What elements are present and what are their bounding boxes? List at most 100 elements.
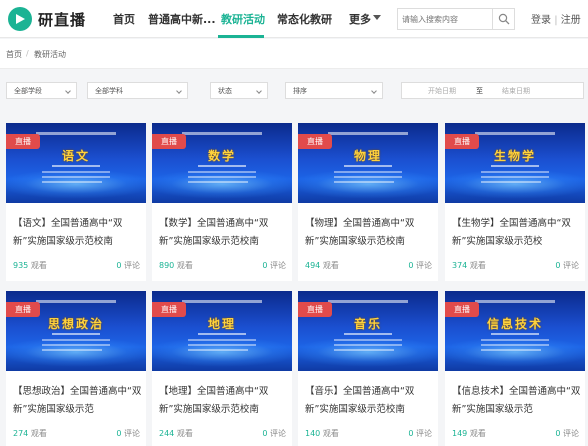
thumbnail-subject: 物理 bbox=[353, 149, 382, 163]
thumbnail-text-line bbox=[52, 165, 100, 167]
stage-filter-select[interactable]: 全部学段 bbox=[6, 82, 77, 99]
activity-card[interactable]: 物理 直播 【物理】全国普通高中“双新”实施国家级示范校南 494 观看 0 评论 bbox=[298, 123, 438, 281]
thumbnail-text-line bbox=[334, 339, 402, 341]
thumbnail-text-line bbox=[481, 339, 549, 341]
thumbnail-text-line bbox=[188, 349, 248, 351]
auth-links: 登录 | 注册 bbox=[531, 11, 581, 26]
activity-title[interactable]: 【信息技术】全国普通高中“双新”实施国家级示范 bbox=[452, 383, 584, 419]
comment-count: 0 评论 bbox=[262, 428, 286, 439]
activity-card[interactable]: 信息技术 直播 【信息技术】全国普通高中“双新”实施国家级示范 149 观看 0 评论 bbox=[445, 291, 585, 446]
activity-title[interactable]: 【数学】全国普通高中“双新”实施国家级示范校南 bbox=[159, 215, 291, 251]
search-button[interactable] bbox=[492, 9, 514, 29]
thumbnail-glow bbox=[298, 337, 438, 367]
chevron-down-icon bbox=[256, 88, 262, 94]
thumbnail-text-line bbox=[52, 333, 100, 335]
breadcrumb-home[interactable]: 首页 bbox=[6, 49, 22, 60]
activity-thumbnail[interactable]: 信息技术 直播 bbox=[445, 291, 585, 371]
search-box bbox=[397, 8, 515, 30]
activity-card[interactable]: 思想政治 直播 【思想政治】全国普通高中“双新”实施国家级示范 274 观看 0 评论 bbox=[6, 291, 146, 446]
subject-filter-value: 全部学科 bbox=[95, 87, 123, 95]
view-count-label: 观看 bbox=[176, 429, 193, 438]
activity-thumbnail[interactable]: 地理 直播 bbox=[152, 291, 292, 371]
play-logo-icon[interactable] bbox=[8, 7, 32, 31]
activity-thumbnail[interactable]: 数学 直播 bbox=[152, 123, 292, 203]
activity-thumbnail[interactable]: 物理 直播 bbox=[298, 123, 438, 203]
comment-count: 0 评论 bbox=[262, 260, 286, 271]
thumbnail-text-line bbox=[344, 333, 392, 335]
view-count-label: 观看 bbox=[30, 429, 47, 438]
activity-title[interactable]: 【物理】全国普通高中“双新”实施国家级示范校南 bbox=[305, 215, 437, 251]
thumbnail-subject: 生物学 bbox=[493, 149, 536, 163]
nav-high-school[interactable]: 普通高中新... bbox=[148, 11, 216, 27]
login-link[interactable]: 登录 bbox=[531, 15, 551, 26]
brand-name[interactable]: 研直播 bbox=[38, 9, 86, 30]
view-count: 935 观看 bbox=[13, 260, 47, 271]
nav-home[interactable]: 首页 bbox=[113, 11, 135, 27]
comment-count-value: 0 bbox=[555, 429, 561, 438]
activity-title[interactable]: 【语文】全国普通高中“双新”实施国家级示范校南 bbox=[13, 215, 145, 251]
register-link[interactable]: 注册 bbox=[561, 15, 581, 26]
thumbnail-header-line bbox=[182, 132, 262, 135]
view-count-label: 观看 bbox=[469, 261, 486, 270]
sort-value: 排序 bbox=[293, 87, 307, 95]
nav-routine-research[interactable]: 常态化教研 bbox=[277, 11, 332, 27]
activity-card[interactable]: 生物学 直播 【生物学】全国普通高中“双新”实施国家级示范校 374 观看 0 评论 bbox=[445, 123, 585, 281]
breadcrumb: 首页 / 教研活动 bbox=[0, 39, 588, 69]
activity-thumbnail[interactable]: 生物学 直播 bbox=[445, 123, 585, 203]
activity-card[interactable]: 语文 直播【语文】全国普通高中“双新”实施国家级示范校南 935 观看 0 评论 bbox=[6, 123, 146, 281]
comment-count: 0 评论 bbox=[116, 260, 140, 271]
comment-count-label: 评论 bbox=[124, 261, 140, 270]
view-count-label: 观看 bbox=[322, 429, 339, 438]
end-date-input[interactable]: 结束日期 bbox=[502, 86, 530, 96]
thumbnail-glow bbox=[445, 169, 585, 199]
view-count-value: 244 bbox=[159, 429, 175, 438]
view-count-value: 935 bbox=[13, 261, 29, 270]
live-badge: 直播 bbox=[445, 302, 479, 317]
view-count: 374 观看 bbox=[452, 260, 486, 271]
comment-count-value: 0 bbox=[555, 261, 561, 270]
comment-count: 0 评论 bbox=[408, 260, 432, 271]
thumbnail-subject: 思想政治 bbox=[47, 317, 104, 331]
activity-card[interactable]: 音乐 直播 【音乐】全国普通高中“双新”实施国家级示范校南 140 观看 0 评论 bbox=[298, 291, 438, 446]
view-count-value: 274 bbox=[13, 429, 29, 438]
live-badge: 直播 bbox=[298, 134, 332, 149]
chevron-down-icon bbox=[65, 88, 71, 94]
subject-filter-select[interactable]: 全部学科 bbox=[87, 82, 188, 99]
activity-title[interactable]: 【音乐】全国普通高中“双新”实施国家级示范校南 bbox=[305, 383, 437, 419]
activity-card[interactable]: 数学 直播 【数学】全国普通高中“双新”实施国家级示范校南 890 观看 0 评论 bbox=[152, 123, 292, 281]
breadcrumb-current: 教研活动 bbox=[34, 50, 66, 59]
chevron-down-icon bbox=[371, 88, 377, 94]
active-tab-indicator bbox=[218, 35, 264, 38]
thumbnail-text-line bbox=[481, 344, 549, 346]
start-date-input[interactable]: 开始日期 bbox=[428, 86, 456, 96]
activity-title[interactable]: 【思想政治】全国普通高中“双新”实施国家级示范 bbox=[13, 383, 145, 419]
top-navigation-bar: 研直播 首页 普通高中新... 教研活动 常态化教研 更多 登录 | 注册 bbox=[0, 0, 588, 38]
live-badge: 直播 bbox=[298, 302, 332, 317]
thumbnail-text-line bbox=[344, 165, 392, 167]
view-count-label: 观看 bbox=[30, 261, 47, 270]
search-input[interactable] bbox=[402, 12, 492, 26]
activity-thumbnail[interactable]: 语文 直播 bbox=[6, 123, 146, 203]
activity-card[interactable]: 地理 直播【地理】全国普通高中“双新”实施国家级示范校南 244 观看 0 评论 bbox=[152, 291, 292, 446]
view-count-value: 374 bbox=[452, 261, 468, 270]
chevron-down-icon[interactable] bbox=[373, 15, 381, 20]
nav-research-activities[interactable]: 教研活动 bbox=[221, 11, 265, 27]
thumbnail-header-line bbox=[475, 300, 555, 303]
thumbnail-text-line bbox=[42, 339, 110, 341]
thumbnail-text-line bbox=[334, 344, 402, 346]
status-filter-select[interactable]: 状态 bbox=[210, 82, 268, 99]
thumbnail-text-line bbox=[334, 181, 394, 183]
thumbnail-text-line bbox=[188, 176, 256, 178]
activity-thumbnail[interactable]: 思想政治 直播 bbox=[6, 291, 146, 371]
activity-title[interactable]: 【地理】全国普通高中“双新”实施国家级示范校南 bbox=[159, 383, 291, 419]
auth-separator: | bbox=[554, 15, 558, 26]
activity-title[interactable]: 【生物学】全国普通高中“双新”实施国家级示范校 bbox=[452, 215, 584, 251]
search-icon bbox=[498, 13, 510, 25]
thumbnail-text-line bbox=[42, 181, 102, 183]
nav-more[interactable]: 更多 bbox=[349, 11, 371, 27]
sort-select[interactable]: 排序 bbox=[285, 82, 383, 99]
thumbnail-header-line bbox=[328, 132, 408, 135]
activity-thumbnail[interactable]: 音乐 直播 bbox=[298, 291, 438, 371]
thumbnail-text-line bbox=[42, 176, 110, 178]
view-count: 244 观看 bbox=[159, 428, 193, 439]
